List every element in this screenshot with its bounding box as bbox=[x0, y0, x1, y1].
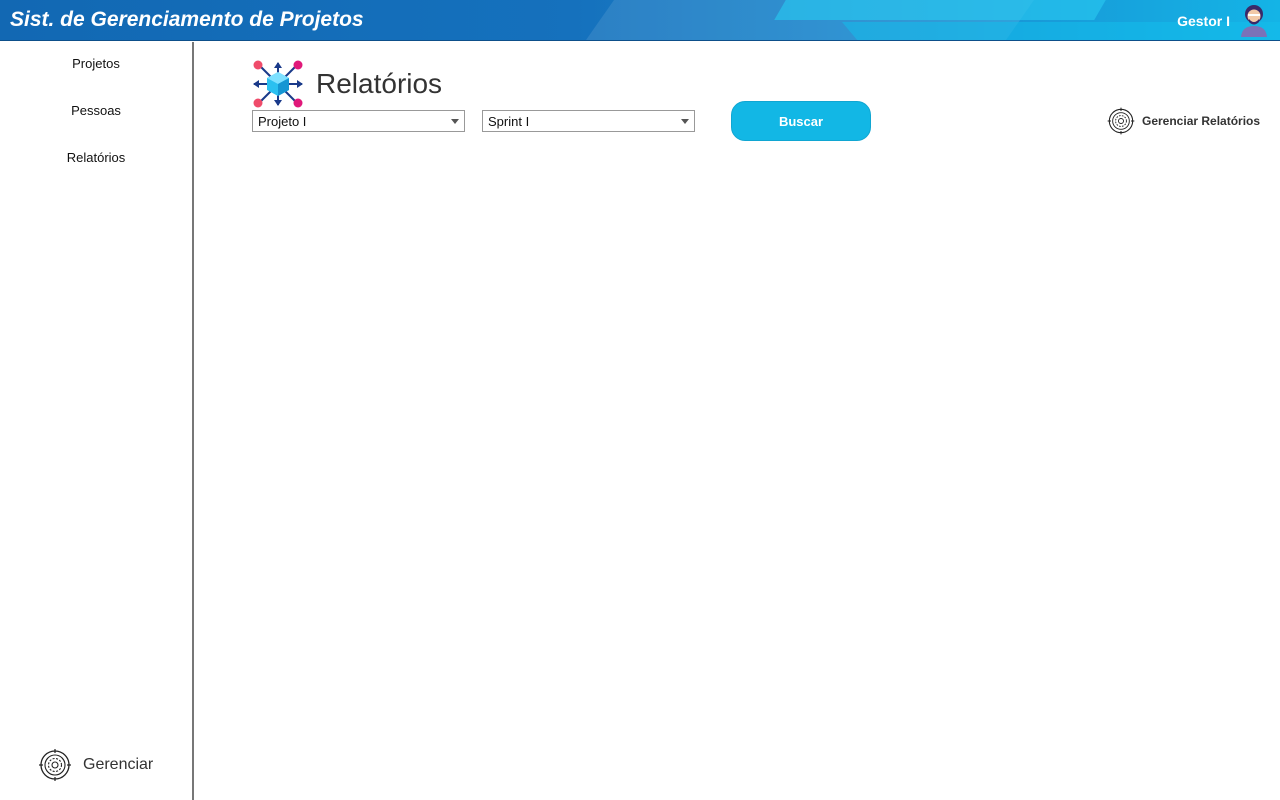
user-name[interactable]: Gestor I bbox=[1177, 13, 1230, 29]
project-select[interactable]: Projeto I bbox=[252, 110, 465, 132]
header-decoration bbox=[774, 0, 1106, 20]
manage-reports-link[interactable]: Gerenciar Relatórios bbox=[1106, 106, 1260, 136]
sidebar-item-projetos[interactable]: Projetos bbox=[0, 56, 192, 71]
project-select-value: Projeto I bbox=[258, 114, 307, 129]
manage-link[interactable]: Gerenciar bbox=[37, 749, 153, 781]
sprint-select-value: Sprint I bbox=[488, 114, 530, 129]
target-gear-icon bbox=[39, 749, 71, 781]
user-avatar-icon[interactable] bbox=[1238, 3, 1270, 37]
page-header: Relatórios bbox=[252, 60, 442, 108]
dropdown-arrow-icon bbox=[681, 119, 689, 124]
network-cube-icon bbox=[253, 60, 303, 108]
sidebar-item-pessoas[interactable]: Pessoas bbox=[0, 103, 192, 118]
dropdown-arrow-icon bbox=[451, 119, 459, 124]
sidebar: Projetos Pessoas Relatórios Gerenciar bbox=[0, 42, 194, 800]
search-button[interactable]: Buscar bbox=[731, 101, 871, 141]
top-header-bar: Sist. de Gerenciamento de Projetos Gesto… bbox=[0, 0, 1280, 41]
sprint-select[interactable]: Sprint I bbox=[482, 110, 695, 132]
manage-label: Gerenciar bbox=[83, 756, 154, 773]
target-gear-icon bbox=[1107, 107, 1135, 135]
app-title: Sist. de Gerenciamento de Projetos bbox=[10, 8, 364, 31]
page-title: Relatórios bbox=[316, 68, 443, 99]
manage-reports-label: Gerenciar Relatórios bbox=[1142, 114, 1261, 128]
sidebar-item-relatorios[interactable]: Relatórios bbox=[0, 150, 192, 165]
